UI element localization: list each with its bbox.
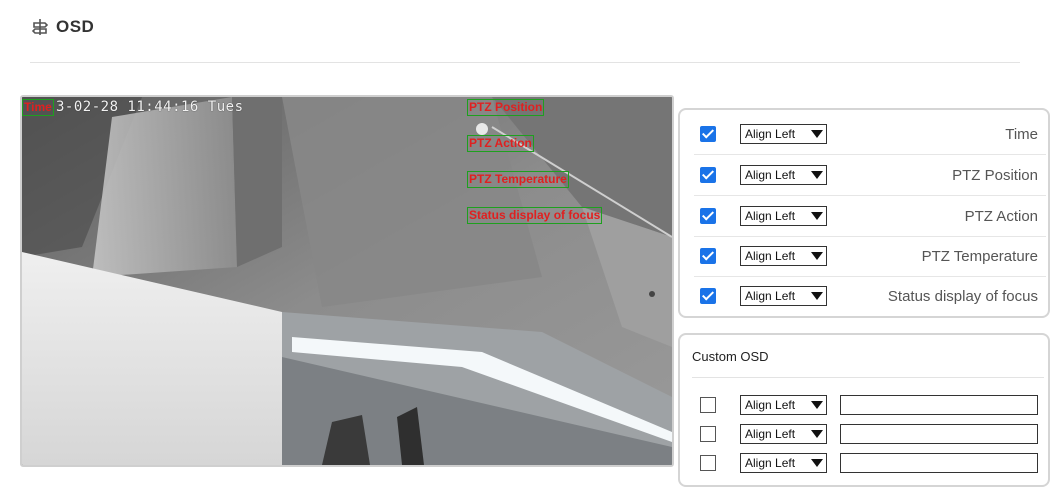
custom-osd-title: Custom OSD [692,349,769,364]
dropdown-arrow-icon [811,252,823,260]
select-value: Align Left [745,249,796,263]
camera-scene [22,97,672,465]
select-value: Align Left [745,127,796,141]
osd-tag-ptz-action[interactable]: PTZ Action [467,135,534,152]
custom-osd-2-align-select[interactable]: Align Left [740,424,827,444]
osd-tag-ptz-temperature[interactable]: PTZ Temperature [467,171,569,188]
custom-osd-1-checkbox[interactable] [700,397,716,413]
page-header: OSD [30,12,94,42]
focus-status-checkbox[interactable] [700,288,716,304]
osd-items-panel: Align Left Time Align Left PTZ Position … [678,108,1050,318]
select-value: Align Left [745,398,796,412]
osd-time-overlay: 3-02-28 11:44:16 Tues [56,99,244,115]
select-value: Align Left [745,168,796,182]
osd-tag-ptz-position[interactable]: PTZ Position [467,99,545,116]
osd-row-focus-status: Align Left Status display of focus [694,276,1046,316]
header-divider [30,62,1020,63]
osd-tag-time[interactable]: Time [22,99,54,116]
osd-row-label: PTZ Action [964,207,1038,225]
dropdown-arrow-icon [811,430,823,438]
dropdown-arrow-icon [811,459,823,467]
osd-settings-page: OSD 3-02-28 11:44:16 Tues Time PTZ Posit… [0,0,1051,503]
ptz-temperature-align-select[interactable]: Align Left [740,246,827,266]
custom-osd-row-1: Align Left [694,394,1038,416]
time-align-select[interactable]: Align Left [740,124,827,144]
osd-row-ptz-action: Align Left PTZ Action [694,196,1046,237]
select-value: Align Left [745,289,796,303]
osd-row-label: Status display of focus [887,287,1038,305]
time-checkbox[interactable] [700,126,716,142]
dropdown-arrow-icon [811,171,823,179]
custom-osd-2-text-input[interactable] [840,424,1038,444]
osd-row-ptz-temperature: Align Left PTZ Temperature [694,236,1046,277]
osd-row-label: PTZ Position [952,166,1038,184]
custom-osd-2-checkbox[interactable] [700,426,716,442]
custom-osd-3-checkbox[interactable] [700,455,716,471]
ptz-action-checkbox[interactable] [700,208,716,224]
ptz-position-align-select[interactable]: Align Left [740,165,827,185]
dropdown-arrow-icon [811,401,823,409]
select-value: Align Left [745,209,796,223]
select-value: Align Left [745,456,796,470]
dropdown-arrow-icon [811,292,823,300]
ptz-action-align-select[interactable]: Align Left [740,206,827,226]
osd-row-label: Time [1005,125,1038,143]
custom-osd-panel: Custom OSD Align Left Align Left Align L… [678,333,1050,487]
osd-tag-focus-status[interactable]: Status display of focus [467,207,603,224]
custom-osd-3-align-select[interactable]: Align Left [740,453,827,473]
dropdown-arrow-icon [811,212,823,220]
ptz-position-checkbox[interactable] [700,167,716,183]
dropdown-arrow-icon [811,130,823,138]
custom-osd-1-align-select[interactable]: Align Left [740,395,827,415]
custom-osd-row-3: Align Left [694,452,1038,474]
ptz-temperature-checkbox[interactable] [700,248,716,264]
osd-row-ptz-position: Align Left PTZ Position [694,155,1046,196]
custom-osd-row-2: Align Left [694,423,1038,445]
page-title: OSD [56,17,95,36]
video-preview[interactable]: 3-02-28 11:44:16 Tues Time PTZ Position … [20,95,674,467]
custom-osd-1-text-input[interactable] [840,395,1038,415]
custom-osd-divider [692,377,1044,378]
custom-osd-3-text-input[interactable] [840,453,1038,473]
select-value: Align Left [745,427,796,441]
focus-status-align-select[interactable]: Align Left [740,286,827,306]
osd-settings-icon [31,19,49,35]
osd-row-label: PTZ Temperature [921,247,1038,265]
osd-row-time: Align Left Time [694,114,1046,155]
